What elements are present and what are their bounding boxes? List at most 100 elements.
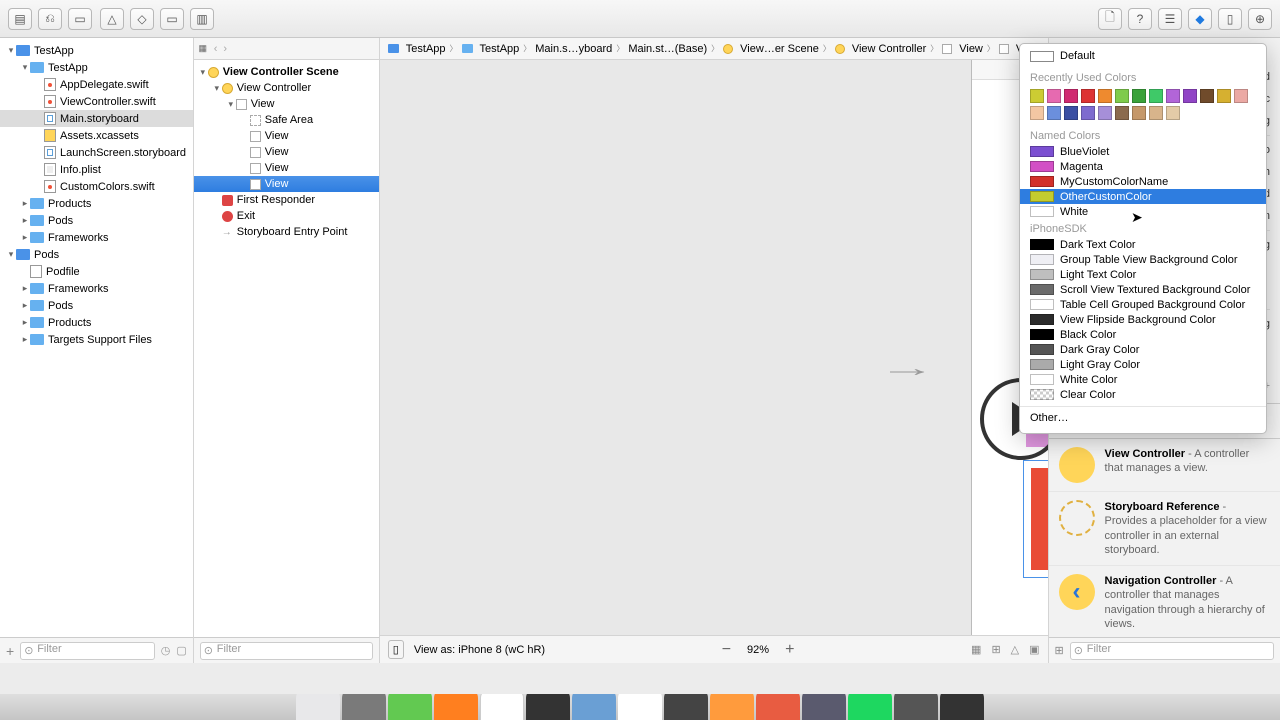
sdk-color-row[interactable]: White Color xyxy=(1020,372,1266,387)
canvas-view-4-selected[interactable] xyxy=(1023,460,1048,578)
size-inspector-button[interactable]: ▯ xyxy=(1218,8,1242,30)
color-swatch[interactable] xyxy=(1132,89,1146,103)
named-color-row[interactable]: MyCustomColorName xyxy=(1020,174,1266,189)
lib-item-navigation-controller[interactable]: Navigation Controller - A controller tha… xyxy=(1049,566,1280,637)
identity-inspector-button[interactable]: ☰ xyxy=(1158,8,1182,30)
color-swatch[interactable] xyxy=(1166,89,1180,103)
embed-button[interactable]: ▣ xyxy=(1029,643,1039,656)
color-swatch[interactable] xyxy=(1030,89,1044,103)
align-button[interactable]: ▦ xyxy=(971,643,981,656)
file-launchscreen[interactable]: LaunchScreen.storyboard xyxy=(0,144,193,161)
color-swatch[interactable] xyxy=(1098,106,1112,120)
pods-project[interactable]: ▾Pods xyxy=(0,246,193,263)
pods-frameworks[interactable]: ▸Frameworks xyxy=(0,280,193,297)
filter-clock-icon[interactable]: ◷ xyxy=(161,644,171,657)
view-as-label[interactable]: View as: iPhone 8 (wC hR) xyxy=(414,644,545,656)
pods-pods[interactable]: ▸Pods xyxy=(0,297,193,314)
color-swatch[interactable] xyxy=(1115,89,1129,103)
filter-scope-icon[interactable]: ▢ xyxy=(176,644,186,657)
color-swatch[interactable] xyxy=(1030,106,1044,120)
subview-row[interactable]: View xyxy=(194,144,379,160)
sdk-color-row[interactable]: Light Gray Color xyxy=(1020,357,1266,372)
canvas-breadcrumb[interactable]: TestApp〉 TestApp〉 Main.s…yboard〉 Main.st… xyxy=(380,38,1048,60)
nav-toggle-button[interactable]: ▤ xyxy=(8,8,32,30)
object-library[interactable]: View Controller - A controller that mana… xyxy=(1049,438,1280,637)
app-folder[interactable]: ▾TestApp xyxy=(0,59,193,76)
dock-app6-icon[interactable] xyxy=(940,694,984,720)
library-filter-input[interactable]: Filter xyxy=(1070,642,1274,660)
attributes-inspector-button[interactable]: ◆ xyxy=(1188,8,1212,30)
root-view-row[interactable]: ▾View xyxy=(194,96,379,112)
outline-filter-input[interactable]: Filter xyxy=(200,642,373,660)
dock-app4-icon[interactable] xyxy=(756,694,800,720)
color-swatch[interactable] xyxy=(1149,106,1163,120)
named-color-row[interactable]: OtherCustomColor xyxy=(1020,189,1266,204)
named-color-row[interactable]: White xyxy=(1020,204,1266,219)
other-color-row[interactable]: Other… xyxy=(1020,407,1266,429)
dock-app-icon[interactable] xyxy=(388,694,432,720)
color-swatch[interactable] xyxy=(1064,89,1078,103)
sdk-color-row[interactable]: Black Color xyxy=(1020,327,1266,342)
file-appdelegate[interactable]: AppDelegate.swift xyxy=(0,76,193,93)
color-swatch[interactable] xyxy=(1081,106,1095,120)
viewcontroller-row[interactable]: ▾View Controller xyxy=(194,80,379,96)
sdk-color-row[interactable]: Dark Text Color xyxy=(1020,237,1266,252)
pods-group[interactable]: ▸Pods xyxy=(0,212,193,229)
macos-dock[interactable] xyxy=(0,694,1280,720)
podfile[interactable]: Podfile xyxy=(0,263,193,280)
color-swatch[interactable] xyxy=(1200,89,1214,103)
color-swatch[interactable] xyxy=(1217,89,1231,103)
report-button[interactable]: ▥ xyxy=(190,8,214,30)
named-color-row[interactable]: BlueViolet xyxy=(1020,144,1266,159)
products-folder[interactable]: ▸Products xyxy=(0,195,193,212)
sdk-color-row[interactable]: Light Text Color xyxy=(1020,267,1266,282)
exit-row[interactable]: Exit xyxy=(194,208,379,224)
default-color-row[interactable]: Default xyxy=(1020,44,1266,68)
sdk-color-row[interactable]: Table Cell Grouped Background Color xyxy=(1020,297,1266,312)
scene-row[interactable]: ▾View Controller Scene xyxy=(194,64,379,80)
dock-settings-icon[interactable] xyxy=(664,694,708,720)
dock-calendar-icon[interactable] xyxy=(618,694,662,720)
sdk-color-row[interactable]: Group Table View Background Color xyxy=(1020,252,1266,267)
color-swatch[interactable] xyxy=(1047,106,1061,120)
dock-terminal-icon[interactable] xyxy=(526,694,570,720)
dock-app2-icon[interactable] xyxy=(572,694,616,720)
sdk-color-row[interactable]: Dark Gray Color xyxy=(1020,342,1266,357)
activity-button[interactable]: ▭ xyxy=(160,8,184,30)
frameworks-folder[interactable]: ▸Frameworks xyxy=(0,229,193,246)
color-swatch[interactable] xyxy=(1115,106,1129,120)
dock-safari-icon[interactable] xyxy=(342,694,386,720)
device-config-button[interactable]: ▯ xyxy=(388,640,404,659)
dock-tools-icon[interactable] xyxy=(894,694,938,720)
file-customcolors[interactable]: CustomColors.swift xyxy=(0,178,193,195)
sdk-color-row[interactable]: Scroll View Textured Background Color xyxy=(1020,282,1266,297)
first-responder-row[interactable]: First Responder xyxy=(194,192,379,208)
color-swatch[interactable] xyxy=(1081,89,1095,103)
sdk-color-row[interactable]: Clear Color xyxy=(1020,387,1266,402)
file-main-storyboard[interactable]: Main.storyboard xyxy=(0,110,193,127)
sdk-color-row[interactable]: View Flipside Background Color xyxy=(1020,312,1266,327)
dock-firefox-icon[interactable] xyxy=(434,694,478,720)
file-inspector-button[interactable]: 🗋 xyxy=(1098,8,1122,30)
color-picker-popup[interactable]: Default Recently Used Colors Named Color… xyxy=(1019,43,1267,434)
issues-button[interactable]: △ xyxy=(100,8,124,30)
dock-chrome-icon[interactable] xyxy=(480,694,524,720)
dock-app5-icon[interactable] xyxy=(802,694,846,720)
color-swatch[interactable] xyxy=(1166,106,1180,120)
zoom-out-button[interactable]: − xyxy=(716,641,737,659)
forward-button[interactable]: › xyxy=(223,43,227,55)
layout-button[interactable]: ▭ xyxy=(68,8,92,30)
navigator-filter-input[interactable]: Filter xyxy=(20,642,155,660)
project-root[interactable]: ▾TestApp xyxy=(0,42,193,59)
color-swatch[interactable] xyxy=(1132,106,1146,120)
color-swatch[interactable] xyxy=(1234,89,1248,103)
pods-products[interactable]: ▸Products xyxy=(0,314,193,331)
subview-row-selected[interactable]: View xyxy=(194,176,379,192)
file-assets[interactable]: Assets.xcassets xyxy=(0,127,193,144)
file-viewcontroller[interactable]: ViewController.swift xyxy=(0,93,193,110)
add-button[interactable]: + xyxy=(6,643,14,659)
safe-area-row[interactable]: Safe Area xyxy=(194,112,379,128)
lib-item-storyboard-ref[interactable]: Storyboard Reference - Provides a placeh… xyxy=(1049,492,1280,566)
connections-inspector-button[interactable]: ⊕ xyxy=(1248,8,1272,30)
color-swatch[interactable] xyxy=(1149,89,1163,103)
